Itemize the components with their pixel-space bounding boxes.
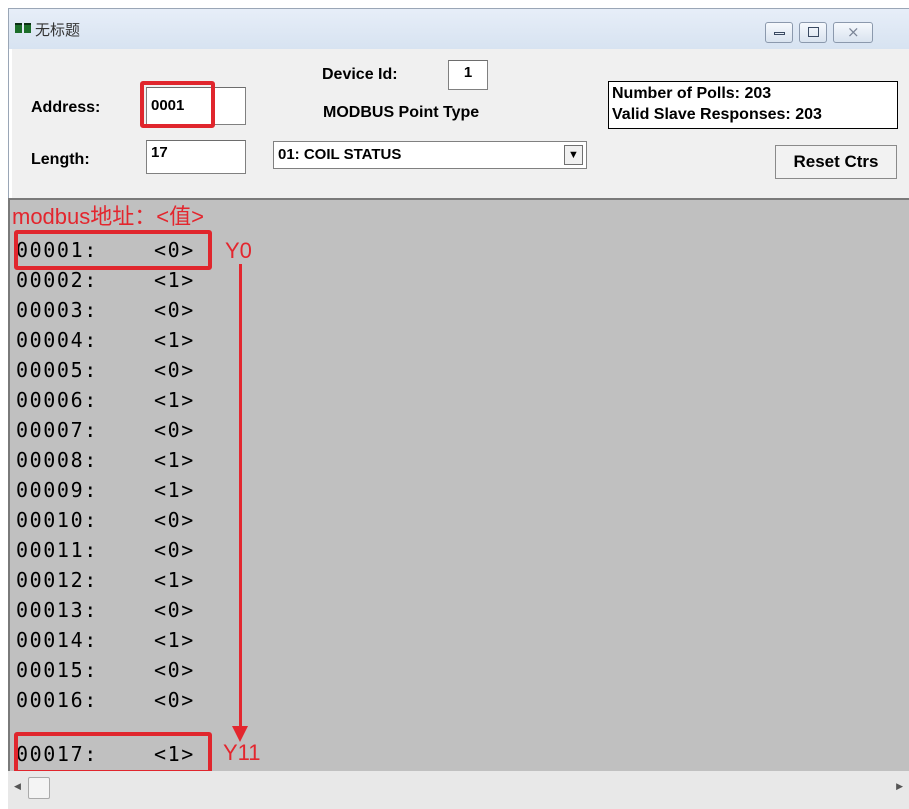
minimize-button[interactable] [765, 22, 793, 43]
horizontal-scrollbar[interactable]: ◀ ▶ [8, 771, 909, 809]
coil-address: 00003: [16, 298, 98, 322]
coil-value: <0> [154, 598, 195, 622]
coil-address: 00005: [16, 358, 98, 382]
coil-row: 00015: <0> [16, 658, 195, 686]
coil-row: 00004: <1> [16, 328, 195, 356]
point-type-label: MODBUS Point Type [323, 104, 480, 121]
scroll-right-icon[interactable]: ▶ [896, 781, 903, 792]
coil-value: <0> [154, 418, 195, 442]
coil-row: 00011: <0> [16, 538, 195, 566]
title-bar: 无标题 ⨯ [9, 9, 909, 49]
coil-value: <0> [154, 538, 195, 562]
coil-address: 00004: [16, 328, 98, 352]
coil-value: <0> [154, 508, 195, 532]
coil-row: 00003: <0> [16, 298, 195, 326]
length-input[interactable]: 17 [146, 140, 246, 174]
coil-address: 00014: [16, 628, 98, 652]
close-button[interactable]: ⨯ [833, 22, 873, 43]
coil-address: 00015: [16, 658, 98, 682]
coil-address: 00016: [16, 688, 98, 712]
coil-row: 00007: <0> [16, 418, 195, 446]
window-title: 无标题 [35, 22, 81, 39]
reset-counters-button[interactable]: Reset Ctrs [775, 145, 897, 179]
poll-stats: Number of Polls: 203 Valid Slave Respons… [608, 81, 898, 129]
coil-address: 00002: [16, 268, 98, 292]
app-icon [15, 23, 31, 33]
coil-address: 00010: [16, 508, 98, 532]
coil-row: 00005: <0> [16, 358, 195, 386]
coil-value: <1> [154, 328, 195, 352]
device-id-input[interactable]: 1 [448, 60, 488, 90]
coil-address: 00013: [16, 598, 98, 622]
coil-value: <0> [154, 688, 195, 712]
coil-row: 00009: <1> [16, 478, 195, 506]
first-row-highlight [14, 230, 212, 270]
coil-row: 00008: <1> [16, 448, 195, 476]
coil-value: <1> [154, 448, 195, 472]
coil-value: <1> [154, 478, 195, 502]
polls-count: Number of Polls: 203 [612, 85, 772, 102]
coil-row: 00002: <1> [16, 268, 195, 296]
coil-value: <1> [154, 628, 195, 652]
coil-row: 00016: <0> [16, 688, 195, 716]
coil-address: 00009: [16, 478, 98, 502]
maximize-icon [808, 27, 819, 37]
device-id-label: Device Id: [322, 66, 398, 83]
annotation-arrow [239, 264, 242, 730]
scroll-left-icon[interactable]: ◀ [14, 781, 21, 792]
coil-address: 00008: [16, 448, 98, 472]
last-row-highlight [14, 732, 212, 771]
valid-responses-count: Valid Slave Responses: 203 [612, 106, 822, 123]
coil-value: <1> [154, 388, 195, 412]
minimize-icon [774, 32, 785, 35]
coil-row: 00006: <1> [16, 388, 195, 416]
coil-value: <1> [154, 268, 195, 292]
coil-row: 00013: <0> [16, 598, 195, 626]
coil-value: <1> [154, 568, 195, 592]
coil-value: <0> [154, 358, 195, 382]
coil-value: <0> [154, 658, 195, 682]
coil-address: 00011: [16, 538, 98, 562]
maximize-button[interactable] [799, 22, 827, 43]
chevron-down-icon[interactable]: ▼ [564, 145, 583, 165]
address-highlight [140, 81, 215, 128]
coil-value: <0> [154, 298, 195, 322]
coil-row: 00012: <1> [16, 568, 195, 596]
length-label: Length: [31, 151, 90, 168]
coil-address: 00012: [16, 568, 98, 592]
coil-row: 00010: <0> [16, 508, 195, 536]
annotation-last: Y11 [223, 740, 261, 765]
coil-row: 00014: <1> [16, 628, 195, 656]
scroll-thumb[interactable] [28, 777, 50, 799]
coil-address: 00006: [16, 388, 98, 412]
point-type-value: 01: COIL STATUS [278, 146, 402, 163]
coil-data-area: modbus地址：<值> 00001: <0> 00002: <1> 00003: <0>… [8, 198, 909, 771]
address-label: Address: [31, 99, 101, 116]
point-type-select[interactable]: 01: COIL STATUS ▼ [273, 141, 587, 169]
annotation-caption: modbus地址：<值> [12, 204, 204, 229]
coil-address: 00007: [16, 418, 98, 442]
settings-panel: Address: 0001 Length: 17 Device Id: 1 MO… [9, 49, 909, 199]
close-icon: ⨯ [847, 24, 860, 41]
annotation-first: Y0 [225, 238, 252, 263]
